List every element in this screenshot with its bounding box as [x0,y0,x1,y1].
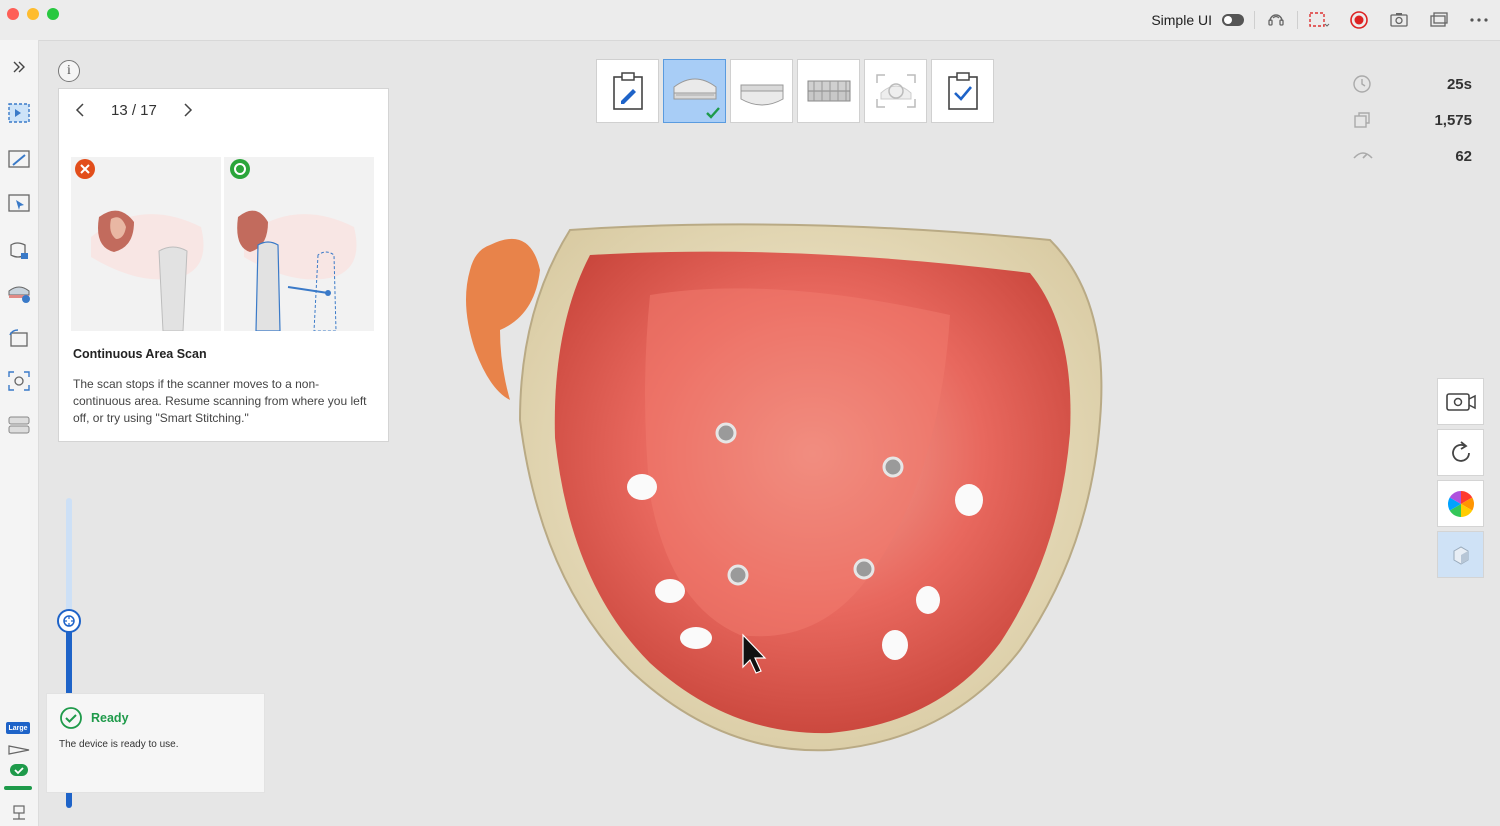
left-sidebar: Large [0,40,39,826]
scan-depth-slider-handle[interactable] [57,609,81,633]
dentition-icon[interactable] [4,410,34,440]
view-tools [1437,378,1484,582]
divider [1254,11,1255,29]
close-window-button[interactable] [7,8,19,20]
scan-hole [916,586,940,614]
video-camera-icon[interactable] [1437,378,1484,425]
check-status-icon [4,760,34,780]
upper-jaw-icon[interactable] [4,278,34,308]
scan-hole [680,627,712,649]
tip-pager: 13 / 17 [73,99,195,121]
status-title: Ready [91,711,129,725]
tip-page-indicator: 13 / 17 [111,101,157,119]
step-upper-jaw[interactable] [663,59,726,123]
size-badge: Large [6,722,30,734]
title-bar: Simple UI [0,0,1500,41]
stat-speed: 62 [1352,138,1472,174]
incorrect-example-image [71,157,221,331]
snapshot-icon[interactable] [4,366,34,396]
rotate-icon[interactable] [1437,429,1484,476]
scanner-tip-icon [4,740,34,760]
maximize-window-button[interactable] [47,8,59,20]
step-review[interactable] [931,59,994,123]
image-count-value: 1,575 [1434,111,1472,129]
info-icon[interactable]: i [58,60,80,82]
step-prescription[interactable] [596,59,659,123]
simple-ui-toggle[interactable] [1222,14,1244,26]
scan-speed-value: 62 [1455,147,1472,165]
speed-icon [1353,152,1373,159]
image-count-icon [1354,112,1370,128]
stat-images: 1,575 [1352,102,1472,138]
scan-time-value: 25s [1446,75,1472,93]
divider [1297,11,1298,29]
step-occlusion[interactable] [797,59,860,123]
rotate-view-icon[interactable] [4,324,34,354]
previous-tip-icon[interactable] [73,103,87,117]
implant-marker [853,558,875,580]
simple-ui-label: Simple UI [1151,12,1212,28]
tip-card: 13 / 17 Continuous Area Scan The scan st… [58,88,389,442]
titlebar-toolbar: Simple UI [1151,8,1490,32]
scan-hole [882,630,908,660]
step-lower-jaw[interactable] [730,59,793,123]
ready-check-icon [60,707,82,729]
implant-marker [727,564,749,586]
inspection-icon [875,74,916,108]
next-tip-icon[interactable] [181,103,195,117]
more-icon[interactable] [1468,9,1490,31]
upper-jaw-icon [673,78,716,100]
clock-icon [1353,75,1371,93]
expand-sidebar-icon[interactable] [4,52,34,82]
battery-bar [4,786,32,790]
color-mode-icon[interactable] [1437,480,1484,527]
scanner-device-icon[interactable] [4,800,34,826]
correct-example-image [224,157,374,331]
shading-mode-icon[interactable] [1437,531,1484,578]
implant-marker [882,456,904,478]
record-icon[interactable] [1348,9,1370,31]
clipboard-edit-icon [612,72,643,110]
scan-hole [955,484,983,516]
lower-jaw-icon [740,84,783,106]
scan-hole [627,474,657,500]
scan-hole [655,579,685,603]
minimize-window-button[interactable] [27,8,39,20]
implant-marker [715,422,737,444]
checkmark-icon [706,107,720,119]
scan-model-viewport[interactable] [450,215,1110,760]
clipboard-check-icon [947,72,978,110]
workflow-steps [596,59,994,123]
window-icon[interactable] [1428,9,1450,31]
select-region-icon[interactable] [4,188,34,218]
camera-icon[interactable] [1388,9,1410,31]
step-inspection[interactable] [864,59,927,123]
occlusion-icon [807,80,850,102]
stat-time: 25s [1352,66,1472,102]
scan-stats: 25s 1,575 62 [1352,66,1472,174]
status-description: The device is ready to use. [59,739,179,750]
scan-mode-icon[interactable] [4,98,34,128]
support-icon[interactable] [1265,9,1287,31]
device-status-card: Ready The device is ready to use. [46,693,265,793]
fullscreen-icon[interactable] [1308,9,1330,31]
tip-description: The scan stops if the scanner moves to a… [73,377,367,425]
lock-tooth-icon[interactable] [4,236,34,266]
tip-title: Continuous Area Scan [73,347,207,361]
edit-scan-icon[interactable] [4,144,34,174]
